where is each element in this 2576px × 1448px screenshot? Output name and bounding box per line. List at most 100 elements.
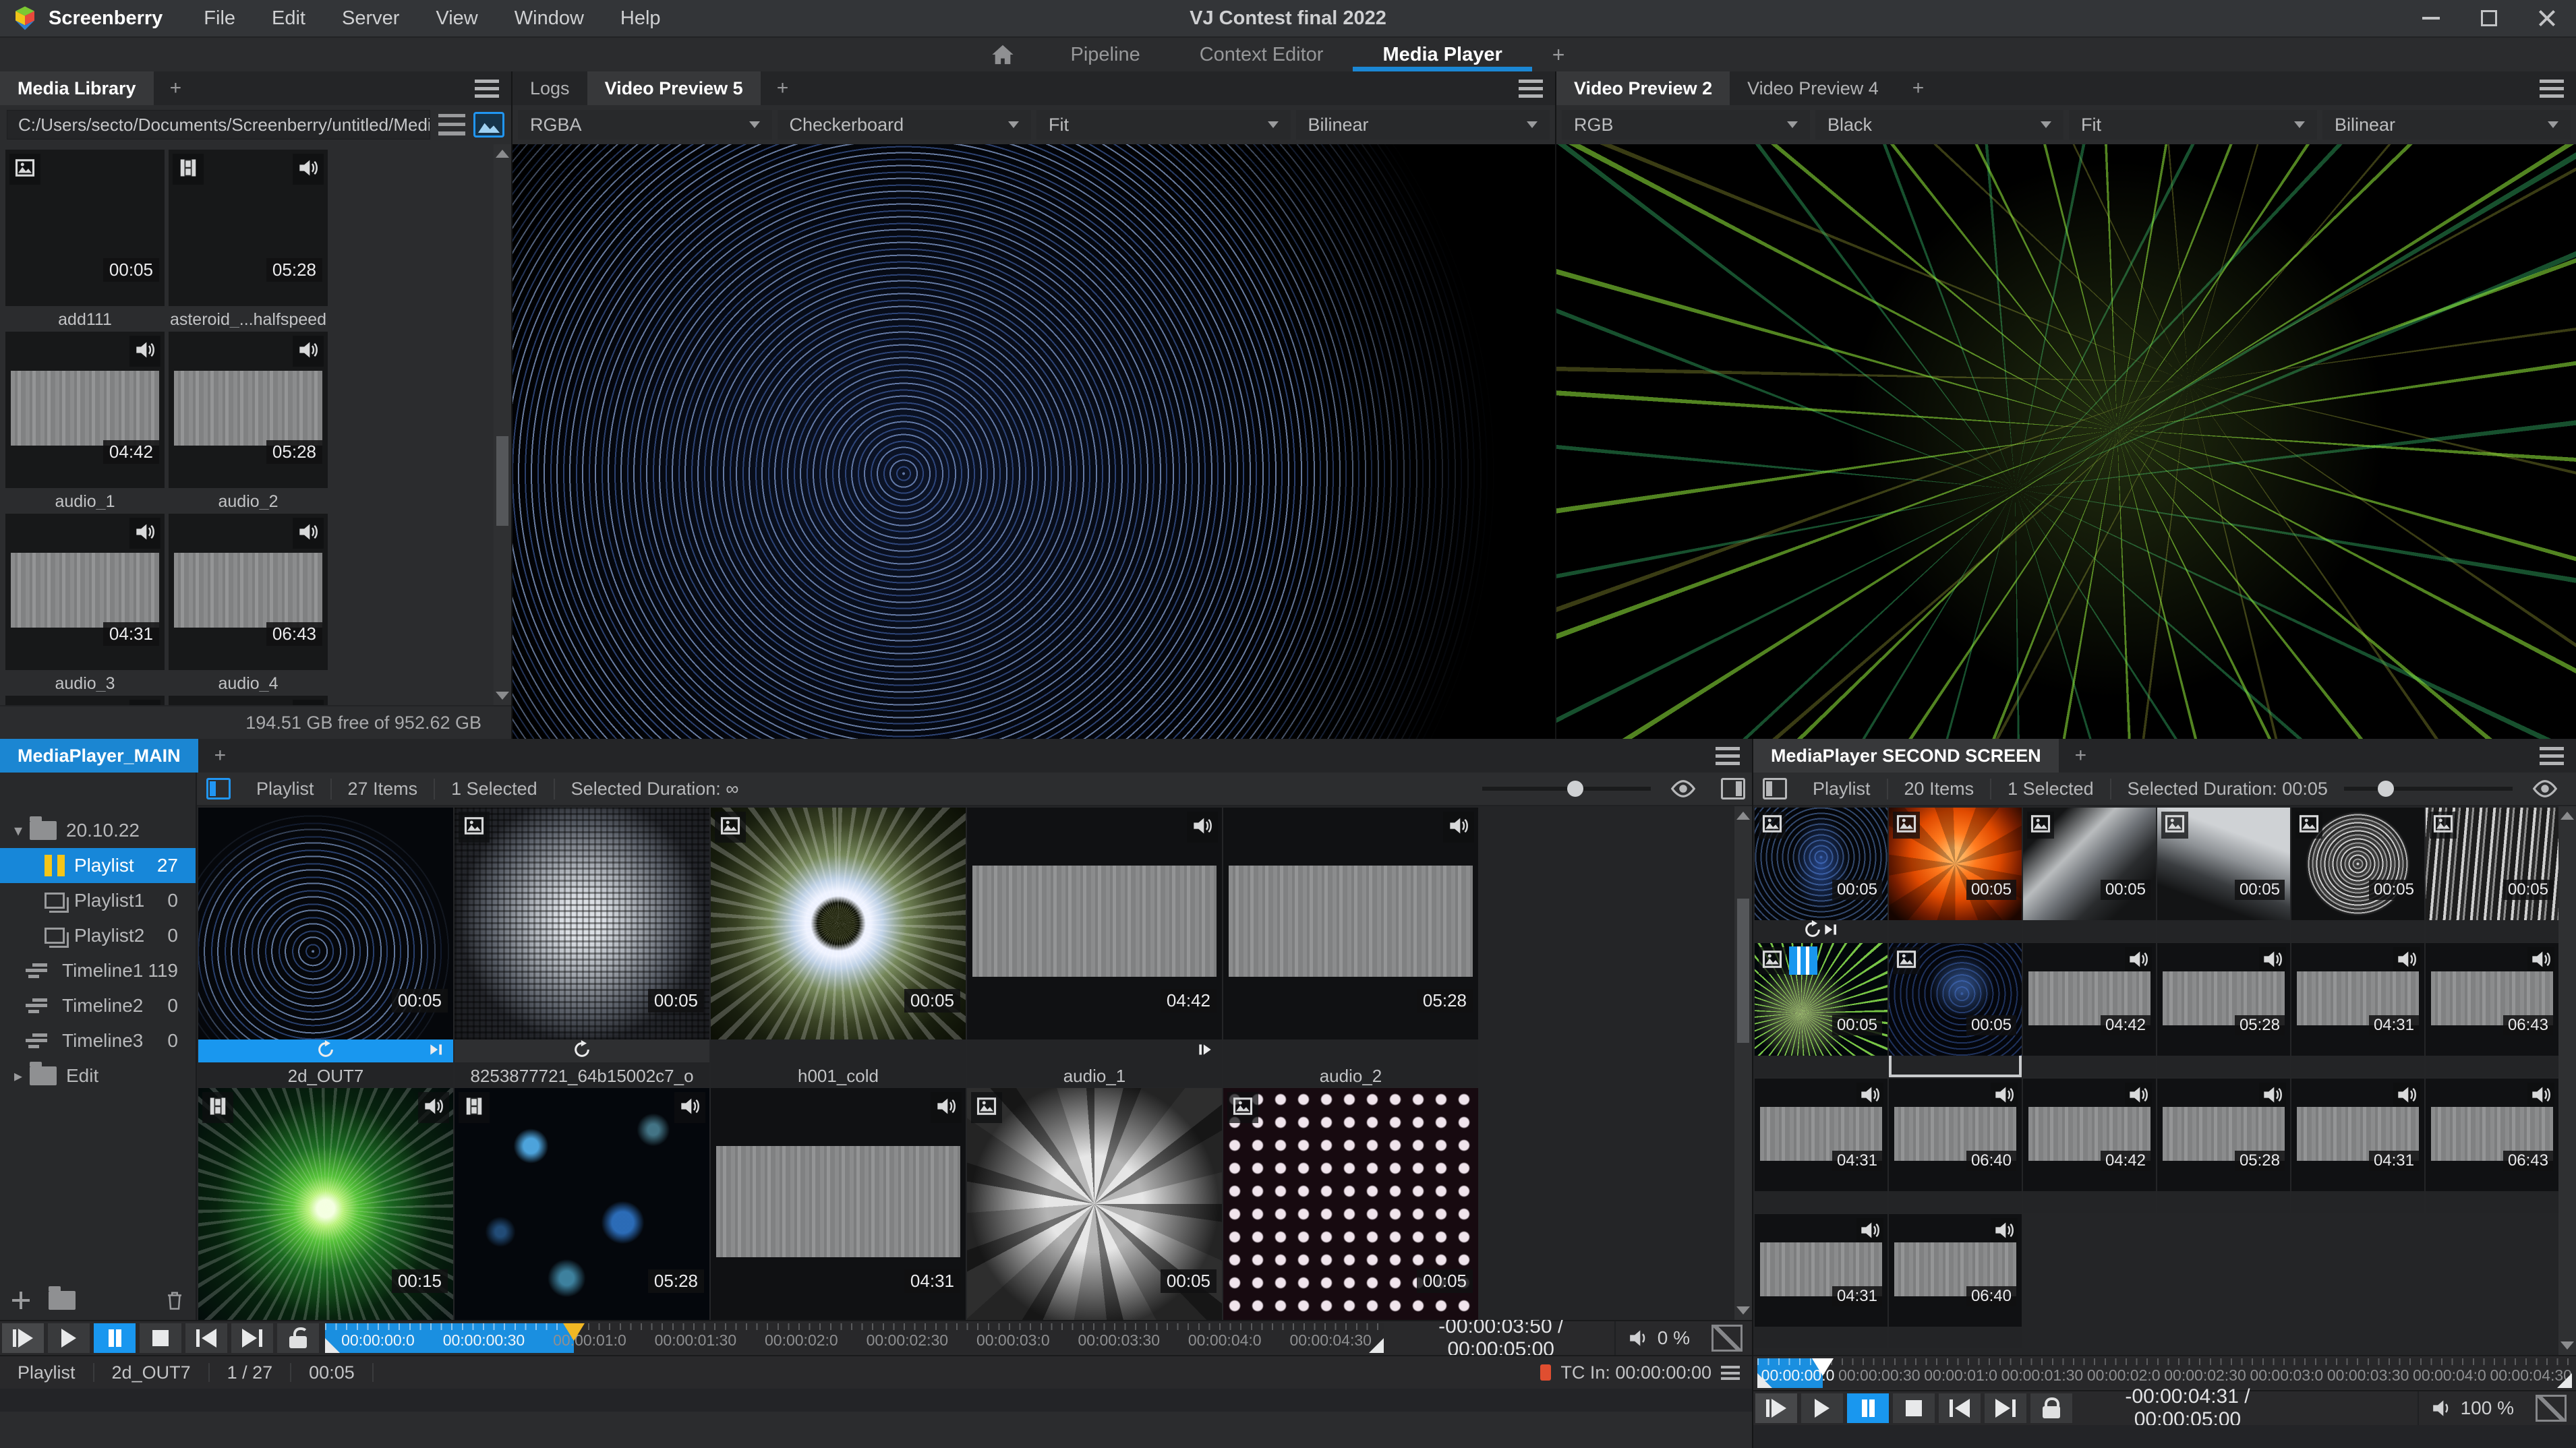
playlist-item[interactable]: 00:05h001_cold — [711, 808, 966, 1087]
tab-pipeline[interactable]: Pipeline — [1041, 38, 1170, 71]
eye-icon[interactable] — [2531, 780, 2558, 797]
chevron-down-icon[interactable]: ▾ — [7, 821, 30, 841]
library-item[interactable]: 06:43audio_4 — [169, 514, 328, 692]
add-player-tab-button[interactable]: + — [198, 739, 243, 773]
tree-item-timeline3[interactable]: Timeline30 — [0, 1023, 196, 1058]
scroll-up-icon[interactable] — [1736, 812, 1750, 820]
tab-mediaplayer-second[interactable]: MediaPlayer SECOND SCREEN — [1753, 739, 2059, 773]
playlist-item[interactable]: 00:05 — [1755, 808, 1887, 942]
preview-menu-icon[interactable] — [1519, 80, 1543, 98]
playlist-item[interactable]: 05:28 — [2157, 1079, 2290, 1213]
background-select[interactable]: Black — [1815, 110, 2063, 140]
playlist-item[interactable]: 00:05 — [2023, 808, 2156, 942]
next-clip-button[interactable] — [1985, 1393, 2026, 1423]
previous-clip-button[interactable] — [185, 1323, 227, 1353]
playlist-item[interactable]: 00:05 — [2157, 808, 2290, 942]
stop-button[interactable] — [140, 1323, 181, 1353]
scroll-down-icon[interactable] — [2560, 1341, 2574, 1350]
scale-select[interactable]: Fit — [1036, 110, 1291, 140]
library-menu-icon[interactable] — [475, 80, 499, 98]
delete-icon[interactable] — [166, 1290, 183, 1310]
menu-view[interactable]: View — [417, 7, 496, 30]
tab-mediaplayer-main[interactable]: MediaPlayer_MAIN — [0, 739, 198, 773]
library-item[interactable]: 05:28asteroid_...halfspeed — [169, 150, 328, 328]
playlist-item[interactable]: 00:15actinia_test1 — [198, 1088, 453, 1320]
sidebar-toggle-icon[interactable] — [1763, 778, 1787, 800]
library-item[interactable]: 04:31audio_5 — [5, 696, 165, 705]
library-item[interactable]: 04:31audio_3 — [5, 514, 165, 692]
add-library-tab-button[interactable]: + — [154, 71, 198, 105]
player-menu-icon[interactable] — [2540, 747, 2564, 765]
maximize-button[interactable] — [2460, 0, 2518, 36]
playhead-marker[interactable] — [1812, 1358, 1834, 1376]
playlist-item[interactable]: 05:28asteroid_...halfspeed — [455, 1088, 709, 1320]
playlist-item[interactable]: 00:05IMG_0016 — [1223, 1088, 1478, 1320]
player-menu-icon[interactable] — [1716, 747, 1740, 765]
playlist-item[interactable]: 04:31 — [2291, 1079, 2424, 1213]
home-icon[interactable] — [991, 44, 1014, 65]
grid-scrollbar[interactable] — [1734, 806, 1752, 1320]
add-playlist-icon[interactable] — [12, 1292, 30, 1309]
preview-menu-icon[interactable] — [2540, 80, 2564, 98]
previous-clip-button[interactable] — [1939, 1393, 1981, 1423]
timeline-ruler[interactable]: 00:00:00:000:00:00:3000:00:01:000:00:01:… — [1757, 1358, 2572, 1388]
library-scrollbar[interactable] — [494, 144, 511, 705]
playlist-item[interactable]: 04:31 — [1755, 1079, 1887, 1213]
scrollbar-thumb[interactable] — [496, 436, 508, 526]
tab-video-preview-4[interactable]: Video Preview 4 — [1730, 71, 1896, 105]
play-button[interactable] — [1801, 1393, 1843, 1423]
tree-item-edit[interactable]: ▸Edit — [0, 1058, 196, 1093]
playlist-item[interactable]: 06:43 — [2426, 943, 2558, 1077]
playlist-item[interactable]: 00:05 — [2291, 808, 2424, 942]
library-path-field[interactable]: C:/Users/secto/Documents/Screenberry/unt… — [7, 110, 430, 140]
timeline-ruler[interactable]: 00:00:00:000:00:00:3000:00:01:000:00:01:… — [325, 1323, 1384, 1353]
tab-video-preview-5[interactable]: Video Preview 5 — [587, 71, 761, 105]
playlist-item[interactable]: 06:40 — [1889, 1214, 2022, 1348]
fade-curve-icon[interactable] — [1711, 1325, 1743, 1352]
lock-icon[interactable] — [2030, 1393, 2072, 1423]
scroll-up-icon[interactable] — [2560, 812, 2574, 820]
tc-menu-icon[interactable] — [1721, 1366, 1740, 1380]
scroll-down-icon[interactable] — [1736, 1306, 1750, 1315]
menu-edit[interactable]: Edit — [254, 7, 324, 30]
menu-help[interactable]: Help — [602, 7, 679, 30]
library-item[interactable]: 06:40audio_6 — [169, 696, 328, 705]
channel-select[interactable]: RGB — [1562, 110, 1810, 140]
playlist-item[interactable]: 00:05 — [2426, 808, 2558, 942]
playlist-item[interactable]: 04:31 — [2291, 943, 2424, 1077]
playlist-item[interactable]: 04:31 — [1755, 1214, 1887, 1348]
eye-icon[interactable] — [1670, 780, 1697, 797]
playlist-item[interactable]: 00:058253877721_64b15002c7_o — [455, 808, 709, 1087]
thumbnail-zoom-slider[interactable] — [1482, 787, 1651, 791]
scale-select[interactable]: Fit — [2069, 110, 2317, 140]
tree-item-playlist2[interactable]: Playlist20 — [0, 918, 196, 953]
scrollbar-thumb[interactable] — [1737, 899, 1749, 1042]
sidebar-toggle-icon[interactable] — [206, 778, 231, 800]
new-folder-icon[interactable] — [49, 1291, 76, 1310]
playlist-item[interactable]: 04:42audio_1 — [967, 808, 1222, 1087]
panel-toggle-icon[interactable] — [1721, 778, 1745, 800]
playlist-item[interactable]: 04:42 — [2023, 1079, 2156, 1213]
playlist-item[interactable]: 00:05 — [1755, 943, 1887, 1077]
tab-media-library[interactable]: Media Library — [0, 71, 154, 105]
play-from-start-button[interactable] — [1755, 1393, 1797, 1423]
chevron-right-icon[interactable]: ▸ — [7, 1066, 30, 1086]
tab-video-preview-2[interactable]: Video Preview 2 — [1556, 71, 1730, 105]
thumbnail-view-icon[interactable] — [473, 112, 504, 138]
playlist-item[interactable]: 05:28 — [2157, 943, 2290, 1077]
scroll-up-icon[interactable] — [496, 150, 509, 158]
library-item[interactable]: 05:28audio_2 — [169, 332, 328, 510]
add-workspace-tab-button[interactable]: + — [1532, 42, 1585, 67]
tree-item-playlist[interactable]: Playlist27 — [0, 848, 196, 883]
tree-item-playlist1[interactable]: Playlist10 — [0, 883, 196, 918]
playlist-item[interactable]: 06:43 — [2426, 1079, 2558, 1213]
playlist-item[interactable]: 04:42 — [2023, 943, 2156, 1077]
play-button[interactable] — [48, 1323, 90, 1353]
channel-select[interactable]: RGBA — [518, 110, 772, 140]
pause-button[interactable] — [94, 1323, 136, 1353]
tree-item-timeline1[interactable]: Timeline1119 — [0, 953, 196, 988]
tab-logs[interactable]: Logs — [513, 71, 587, 105]
playlist-item[interactable]: 00:052d_OUT7 — [198, 808, 453, 1087]
library-item[interactable]: 00:05add111 — [5, 150, 165, 328]
menu-file[interactable]: File — [185, 7, 254, 30]
